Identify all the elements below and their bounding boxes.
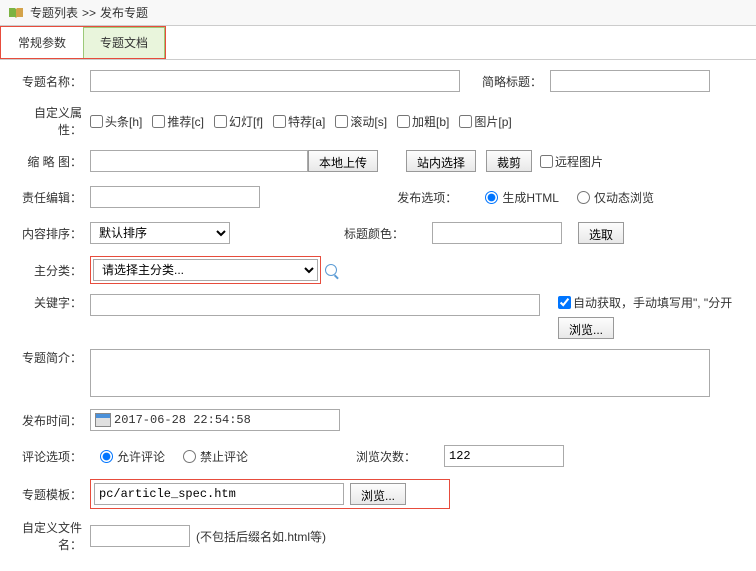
local-upload-button[interactable]: 本地上传 bbox=[308, 150, 378, 172]
chk-headline[interactable] bbox=[90, 115, 103, 128]
label-keywords: 关键字： bbox=[12, 294, 90, 311]
calendar-icon[interactable] bbox=[95, 413, 111, 427]
tab-normal-params[interactable]: 常规参数 bbox=[1, 27, 83, 58]
main-cat-redbox: 请选择主分类... bbox=[90, 256, 321, 284]
pick-color-button[interactable]: 选取 bbox=[578, 222, 624, 244]
breadcrumb-sep: >> bbox=[82, 6, 96, 20]
main-cat-select[interactable]: 请选择主分类... bbox=[93, 259, 318, 281]
label-views: 浏览次数： bbox=[354, 448, 424, 465]
keywords-input[interactable] bbox=[90, 294, 540, 316]
book-icon bbox=[8, 7, 24, 19]
short-title-input[interactable] bbox=[550, 70, 710, 92]
tabs: 常规参数 专题文档 bbox=[0, 26, 756, 60]
label-pub-time: 发布时间： bbox=[12, 412, 90, 429]
form-body: 专题名称： 简略标题： 自定义属性： 头条[h] 推荐[c] 幻灯[f] 特荐[… bbox=[0, 60, 756, 571]
breadcrumb-current: 发布专题 bbox=[100, 4, 148, 21]
sort-select[interactable]: 默认排序 bbox=[90, 222, 230, 244]
radio-gen-html[interactable] bbox=[485, 191, 498, 204]
label-publish-opt: 发布选项： bbox=[395, 189, 465, 206]
intro-textarea[interactable] bbox=[90, 349, 710, 397]
label-main-cat: 主分类： bbox=[12, 262, 90, 279]
magnify-icon[interactable] bbox=[325, 264, 337, 276]
chk-scroll[interactable] bbox=[335, 115, 348, 128]
label-topic-name: 专题名称： bbox=[12, 73, 90, 90]
topic-name-input[interactable] bbox=[90, 70, 460, 92]
crop-button[interactable]: 裁剪 bbox=[486, 150, 532, 172]
label-thumb: 缩 略 图： bbox=[12, 153, 90, 170]
pub-time-value[interactable]: 2017-06-28 22:54:58 bbox=[114, 413, 251, 427]
custom-attr-group: 头条[h] 推荐[c] 幻灯[f] 特荐[a] 滚动[s] 加粗[b] 图片[p… bbox=[90, 113, 512, 130]
thumb-input[interactable] bbox=[90, 150, 308, 172]
chk-special[interactable] bbox=[273, 115, 286, 128]
label-comment-opt: 评论选项： bbox=[12, 448, 90, 465]
chk-slide[interactable] bbox=[214, 115, 227, 128]
template-redbox: 浏览... bbox=[90, 479, 450, 509]
label-sort: 内容排序： bbox=[12, 225, 90, 242]
label-editor: 责任编辑： bbox=[12, 189, 90, 206]
radio-allow-comment[interactable] bbox=[100, 450, 113, 463]
breadcrumb: 专题列表 >> 发布专题 bbox=[0, 0, 756, 26]
chk-auto-fetch[interactable] bbox=[558, 296, 571, 309]
label-custom-attr: 自定义属性： bbox=[12, 104, 90, 138]
breadcrumb-list[interactable]: 专题列表 bbox=[30, 4, 78, 21]
views-input[interactable] bbox=[444, 445, 564, 467]
chk-remote-img[interactable] bbox=[540, 155, 553, 168]
editor-input[interactable] bbox=[90, 186, 260, 208]
label-short-title: 简略标题： bbox=[480, 73, 550, 90]
label-intro: 专题简介： bbox=[12, 349, 90, 366]
chk-image[interactable] bbox=[459, 115, 472, 128]
custom-file-input[interactable] bbox=[90, 525, 190, 547]
template-input[interactable] bbox=[94, 483, 344, 505]
label-title-color: 标题颜色： bbox=[342, 225, 412, 242]
tab-topic-doc[interactable]: 专题文档 bbox=[83, 27, 165, 58]
chk-recommend[interactable] bbox=[152, 115, 165, 128]
radio-forbid-comment[interactable] bbox=[183, 450, 196, 463]
site-select-button[interactable]: 站内选择 bbox=[406, 150, 476, 172]
label-custom-file: 自定义文件名： bbox=[12, 519, 90, 553]
title-color-input[interactable] bbox=[432, 222, 562, 244]
template-browse-button[interactable]: 浏览... bbox=[350, 483, 406, 505]
radio-dynamic-only[interactable] bbox=[577, 191, 590, 204]
keywords-browse-button[interactable]: 浏览... bbox=[558, 317, 614, 339]
custom-file-hint: (不包括后缀名如.html等) bbox=[196, 528, 326, 545]
chk-bold[interactable] bbox=[397, 115, 410, 128]
